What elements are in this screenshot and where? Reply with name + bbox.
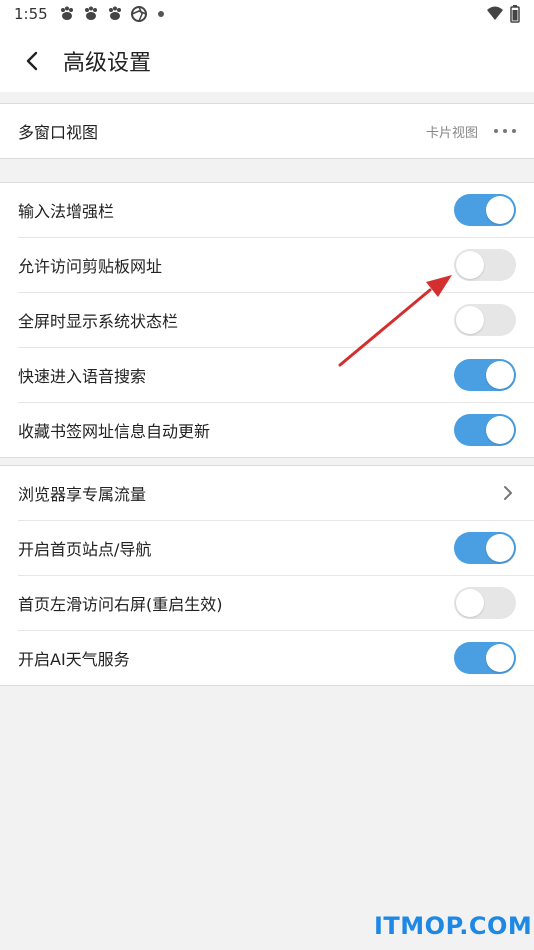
wifi-icon	[487, 6, 503, 20]
section-homepage: 浏览器享专属流量 开启首页站点/导航 首页左滑访问右屏(重启生效) 开启AI天气…	[0, 465, 534, 686]
row-exclusive-data[interactable]: 浏览器享专属流量	[0, 466, 534, 520]
row-label: 全屏时显示系统状态栏	[18, 312, 179, 331]
section-window-view: 多窗口视图 卡片视图	[0, 103, 534, 159]
toggle-switch[interactable]	[454, 304, 516, 336]
row-label: 允许访问剪贴板网址	[18, 257, 163, 276]
toggle-switch[interactable]	[454, 359, 516, 391]
toggle-knob	[456, 306, 484, 334]
toggle-knob	[486, 644, 514, 672]
paw-notification-icon	[109, 6, 121, 20]
back-button[interactable]	[18, 47, 46, 75]
aperture-notification-icon	[131, 6, 147, 22]
paw-notification-icon	[61, 6, 73, 20]
back-arrow-icon	[26, 51, 38, 71]
row-homepage-sites-nav: 开启首页站点/导航	[18, 520, 534, 575]
paw-notification-icon	[85, 6, 97, 20]
page-title: 高级设置	[63, 51, 152, 76]
row-bookmark-auto-update: 收藏书签网址信息自动更新	[18, 402, 534, 457]
toggle-knob	[456, 251, 484, 279]
row-input-enhance-bar: 输入法增强栏	[0, 183, 534, 237]
toggle-switch[interactable]	[454, 194, 516, 226]
toggle-knob	[456, 589, 484, 617]
watermark: ITMOP.COM	[374, 912, 533, 940]
toggle-knob	[486, 534, 514, 562]
row-swipe-right-screen: 首页左滑访问右屏(重启生效)	[18, 575, 534, 630]
toggle-knob	[486, 416, 514, 444]
toggle-knob	[486, 361, 514, 389]
chevron-right-icon	[504, 486, 512, 500]
row-value: 卡片视图	[425, 125, 478, 141]
status-notification-icons	[58, 5, 164, 23]
row-label: 开启AI天气服务	[18, 650, 130, 669]
row-label: 收藏书签网址信息自动更新	[18, 422, 211, 441]
notification-dot-icon	[158, 11, 164, 17]
row-label: 首页左滑访问右屏(重启生效)	[18, 595, 223, 614]
row-label: 开启首页站点/导航	[18, 540, 152, 559]
toggle-switch[interactable]	[454, 414, 516, 446]
toggle-switch[interactable]	[454, 642, 516, 674]
toggle-switch[interactable]	[454, 587, 516, 619]
annotation-arrow-icon	[338, 275, 452, 367]
battery-icon	[510, 5, 520, 23]
more-options-icon[interactable]	[494, 123, 516, 139]
row-label: 快速进入语音搜索	[18, 367, 147, 386]
toggle-switch[interactable]	[454, 249, 516, 281]
toggle-switch[interactable]	[454, 532, 516, 564]
app-header: 高级设置	[0, 30, 534, 92]
row-label: 浏览器享专属流量	[18, 485, 147, 504]
toggle-knob	[486, 196, 514, 224]
status-system-icons	[486, 5, 520, 23]
row-label: 多窗口视图	[18, 123, 99, 142]
row-ai-weather: 开启AI天气服务	[18, 630, 534, 685]
row-multi-window-view[interactable]: 多窗口视图 卡片视图	[0, 104, 534, 158]
status-time: 1:55	[14, 5, 48, 23]
status-bar: 1:55	[0, 0, 534, 30]
row-label: 输入法增强栏	[18, 202, 115, 221]
